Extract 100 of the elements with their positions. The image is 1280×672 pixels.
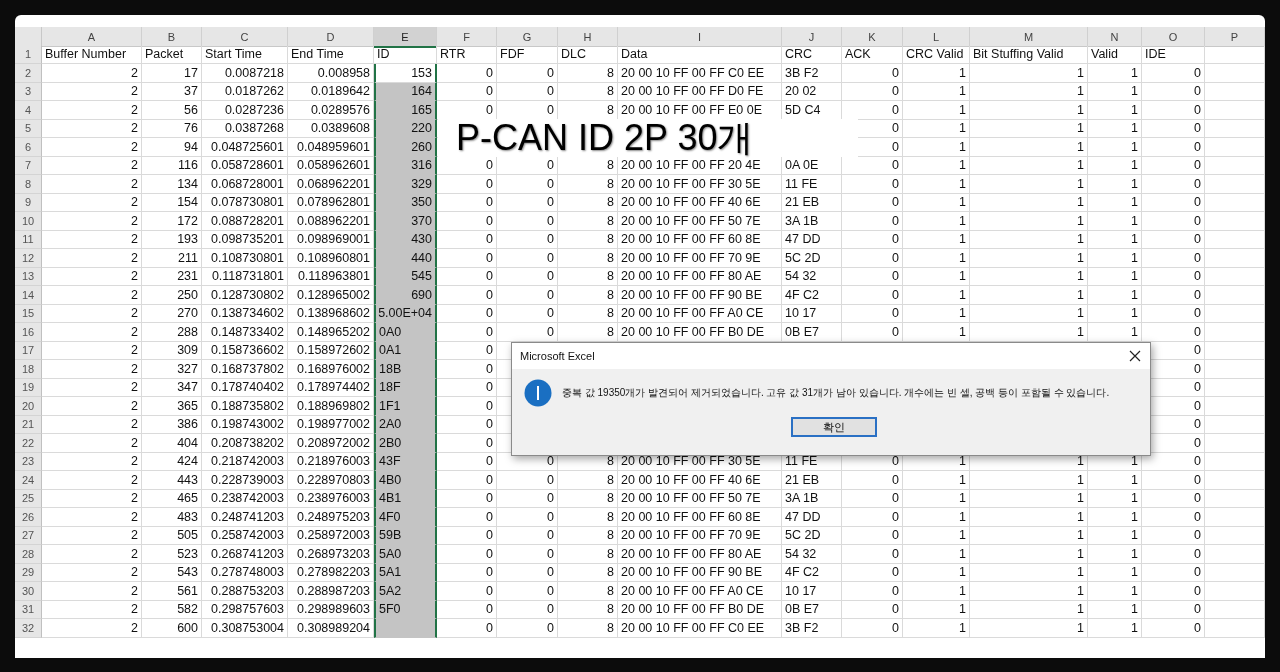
table-cell: 1 bbox=[1088, 82, 1142, 101]
table-cell: 1 bbox=[970, 471, 1088, 490]
column-header[interactable]: H bbox=[558, 27, 618, 47]
row-header[interactable]: 4 bbox=[15, 101, 42, 120]
row-header[interactable]: 22 bbox=[15, 434, 42, 453]
row-header[interactable]: 28 bbox=[15, 545, 42, 564]
column-header[interactable]: J bbox=[782, 27, 842, 47]
row-header[interactable]: 10 bbox=[15, 212, 42, 231]
column-header[interactable]: C bbox=[202, 27, 288, 47]
table-cell: 20 00 10 FF 00 FF 70 9E bbox=[618, 526, 782, 545]
empty-cell bbox=[1205, 526, 1265, 545]
table-cell: 0 bbox=[437, 434, 497, 453]
row-header[interactable]: 24 bbox=[15, 471, 42, 490]
table-cell: 1 bbox=[970, 64, 1088, 83]
table-cell: 8 bbox=[558, 212, 618, 231]
table-cell: 0 bbox=[1142, 82, 1205, 101]
column-header[interactable]: K bbox=[842, 27, 903, 47]
table-cell: 0 bbox=[437, 582, 497, 601]
row-header[interactable]: 16 bbox=[15, 323, 42, 342]
table-cell: 4F C2 bbox=[782, 286, 842, 305]
table-cell: 1 bbox=[970, 526, 1088, 545]
table-cell: 0 bbox=[497, 82, 558, 101]
table-cell: 18B bbox=[374, 360, 437, 379]
table-cell: 3A 1B bbox=[782, 212, 842, 231]
dialog-title: Microsoft Excel bbox=[520, 350, 595, 362]
table-cell: 250 bbox=[142, 286, 202, 305]
ok-button[interactable]: 확인 bbox=[791, 417, 877, 437]
table-cell: 2 bbox=[42, 563, 142, 582]
table-cell: 2 bbox=[42, 582, 142, 601]
table-cell: 0 bbox=[497, 230, 558, 249]
table-cell: 0 bbox=[437, 378, 497, 397]
table-cell: 0.0087218 bbox=[202, 64, 288, 83]
table-cell: 1 bbox=[903, 193, 970, 212]
table-cell: 0 bbox=[497, 563, 558, 582]
table-cell: 0 bbox=[497, 175, 558, 194]
column-header[interactable]: A bbox=[42, 27, 142, 47]
table-cell: 690 bbox=[374, 286, 437, 305]
column-header[interactable]: P bbox=[1205, 27, 1265, 47]
table-cell: 1 bbox=[903, 563, 970, 582]
row-header[interactable]: 14 bbox=[15, 286, 42, 305]
row-header[interactable]: 8 bbox=[15, 175, 42, 194]
table-cell: 0.168737802 bbox=[202, 360, 288, 379]
table-cell: 0.078730801 bbox=[202, 193, 288, 212]
empty-cell bbox=[1205, 619, 1265, 638]
row-header[interactable]: 30 bbox=[15, 582, 42, 601]
table-cell: 2 bbox=[42, 600, 142, 619]
table-cell: 56 bbox=[142, 101, 202, 120]
table-cell: 0.228739003 bbox=[202, 471, 288, 490]
column-header[interactable]: M bbox=[970, 27, 1088, 47]
row-header[interactable]: 6 bbox=[15, 138, 42, 157]
header-cell-text: FDF bbox=[500, 47, 525, 62]
header-cell-text: Packet bbox=[145, 47, 184, 62]
column-header[interactable]: N bbox=[1088, 27, 1142, 47]
column-header[interactable]: L bbox=[903, 27, 970, 47]
table-cell: 483 bbox=[142, 508, 202, 527]
table-cell: 1 bbox=[903, 471, 970, 490]
table-cell: 8 bbox=[558, 526, 618, 545]
table-cell: 0 bbox=[1142, 489, 1205, 508]
table-cell: 0 bbox=[1142, 230, 1205, 249]
column-header[interactable]: G bbox=[497, 27, 558, 47]
table-cell: 0 bbox=[497, 267, 558, 286]
table-cell: 1 bbox=[970, 582, 1088, 601]
row-header[interactable]: 32 bbox=[15, 619, 42, 638]
column-header[interactable]: O bbox=[1142, 27, 1205, 47]
table-cell: 20 00 10 FF 00 FF 60 8E bbox=[618, 508, 782, 527]
table-cell: 365 bbox=[142, 397, 202, 416]
table-cell: 1 bbox=[903, 156, 970, 175]
table-cell: 0 bbox=[437, 563, 497, 582]
empty-cell bbox=[1205, 175, 1265, 194]
row-header[interactable]: 20 bbox=[15, 397, 42, 416]
table-cell: 0 bbox=[437, 341, 497, 360]
table-cell: 2 bbox=[42, 452, 142, 471]
column-header[interactable]: B bbox=[142, 27, 202, 47]
row-header[interactable]: 2 bbox=[15, 64, 42, 83]
table-cell: 54 32 bbox=[782, 545, 842, 564]
table-cell: 20 00 10 FF 00 FF A0 CE bbox=[618, 304, 782, 323]
table-cell: 1 bbox=[1088, 101, 1142, 120]
table-cell: 0 bbox=[437, 452, 497, 471]
header-cell-text: Bit Stuffing Valid bbox=[973, 47, 1064, 62]
table-cell: 0 bbox=[842, 82, 903, 101]
column-header[interactable]: E bbox=[374, 27, 437, 48]
table-cell: 505 bbox=[142, 526, 202, 545]
column-header[interactable]: I bbox=[618, 27, 782, 47]
table-cell: 0 bbox=[1142, 138, 1205, 157]
table-cell: 20 00 10 FF 00 FF B0 DE bbox=[618, 323, 782, 342]
table-cell: 270 bbox=[142, 304, 202, 323]
empty-cell bbox=[1205, 119, 1265, 138]
table-cell: 0 bbox=[842, 323, 903, 342]
column-header[interactable]: F bbox=[437, 27, 497, 47]
row-header[interactable]: 18 bbox=[15, 360, 42, 379]
table-cell: 2 bbox=[42, 489, 142, 508]
table-cell: 1 bbox=[903, 175, 970, 194]
column-header[interactable]: D bbox=[288, 27, 374, 47]
row-header[interactable]: 12 bbox=[15, 249, 42, 268]
table-cell: 0.0387268 bbox=[202, 119, 288, 138]
empty-cell bbox=[1205, 286, 1265, 305]
row-header[interactable]: 26 bbox=[15, 508, 42, 527]
table-cell: 0 bbox=[497, 64, 558, 83]
table-cell: 0.0287236 bbox=[202, 101, 288, 120]
table-cell: 116 bbox=[142, 156, 202, 175]
